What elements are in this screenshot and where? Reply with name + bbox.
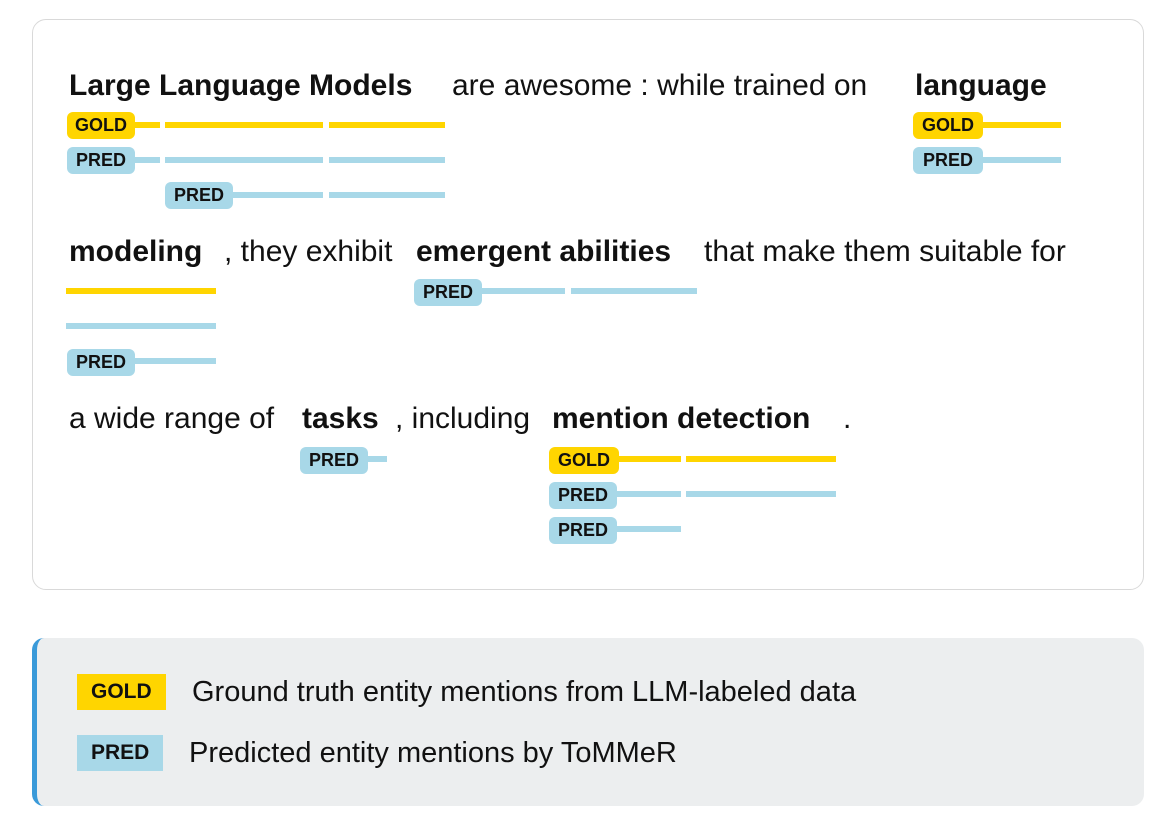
gold-span-bar [612, 456, 681, 462]
token-a-wide-range-of: a wide range of [69, 402, 275, 435]
pred-span-bar [686, 491, 836, 497]
legend-pred-swatch: PRED [77, 735, 164, 771]
token-mention-detection: mention detection [552, 402, 811, 435]
token-period: . [843, 402, 852, 435]
legend-gold-swatch: GOLD [77, 674, 166, 710]
pred-tag: PRED [414, 279, 482, 306]
pred-tag: PRED [300, 447, 368, 474]
pred-span-bar [612, 526, 681, 532]
pred-span-bar [329, 192, 445, 198]
gold-tag: GOLD [67, 112, 135, 139]
gold-span-bar [165, 122, 323, 128]
pred-span-bar [612, 491, 681, 497]
gold-span-bar [329, 122, 445, 128]
legend: GOLD Ground truth entity mentions from L… [32, 638, 1144, 806]
legend-pred-text: Predicted entity mentions by ToMMeR [189, 737, 677, 769]
gold-span-bar [686, 456, 836, 462]
pred-span-bar [66, 323, 216, 329]
token-modeling: modeling [69, 235, 203, 268]
pred-tag: PRED [549, 517, 617, 544]
token-are-awesome: are awesome : while trained on [452, 69, 868, 102]
legend-gold-text: Ground truth entity mentions from LLM-la… [192, 676, 857, 708]
pred-tag: PRED [913, 147, 983, 174]
pred-span-bar [228, 192, 323, 198]
pred-tag: PRED [165, 182, 233, 209]
token-language: language [915, 69, 1047, 102]
pred-span-bar [329, 157, 445, 163]
pred-tag: PRED [549, 482, 617, 509]
pred-span-bar [571, 288, 697, 294]
pred-tag: PRED [67, 349, 135, 376]
token-emergent-abilities: emergent abilities [416, 235, 672, 268]
gold-tag: GOLD [549, 447, 619, 474]
token-large-language-models: Large Language Models [69, 69, 413, 102]
token-tasks: tasks [302, 402, 379, 435]
token-that-make-them: that make them suitable for [704, 235, 1066, 268]
pred-tag: PRED [67, 147, 135, 174]
pred-span-bar [165, 157, 323, 163]
pred-span-bar [477, 288, 565, 294]
token-they-exhibit: , they exhibit [224, 235, 393, 268]
pred-span-bar [978, 157, 1061, 163]
gold-span-bar [66, 288, 216, 294]
gold-tag: GOLD [913, 112, 983, 139]
token-including: , including [395, 402, 531, 435]
pred-span-bar [130, 358, 216, 364]
gold-span-bar [978, 122, 1061, 128]
